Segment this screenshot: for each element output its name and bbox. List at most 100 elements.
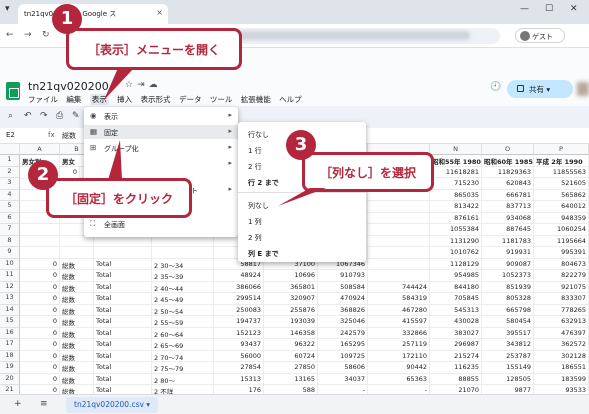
table-cell[interactable]: 2 55～59 [152,316,214,328]
header-cell[interactable]: 昭和60年 1985 [482,155,534,167]
table-cell[interactable] [368,224,430,236]
table-cell[interactable]: 総数 [60,316,94,328]
table-cell[interactable]: Total [94,385,152,394]
table-cell[interactable] [20,247,60,259]
row-header[interactable]: 16 [0,327,20,339]
row-header[interactable]: 11 [0,270,20,282]
table-cell[interactable] [368,270,430,282]
menu-data[interactable]: データ [179,95,202,104]
table-cell[interactable]: 0 [20,373,60,385]
menu-format[interactable]: 表示形式 [141,95,171,104]
table-cell[interactable]: 242579 [318,327,368,339]
table-cell[interactable]: 1131290 [430,235,482,247]
avatar[interactable] [577,82,589,96]
header-cell[interactable]: 平成 2年 1990 [534,155,589,167]
table-cell[interactable]: 833307 [534,293,589,305]
reload-icon[interactable]: ↻ [42,30,50,40]
row-header[interactable]: 7 [0,224,20,236]
table-cell[interactable]: 0 [20,385,60,394]
table-cell[interactable]: 21070 [430,385,482,394]
table-cell[interactable]: Total [94,373,152,385]
table-cell[interactable]: 253787 [482,350,534,362]
table-cell[interactable]: 2 45～49 [152,293,214,305]
table-cell[interactable]: 476397 [534,327,589,339]
name-box[interactable]: E2 [6,131,15,139]
menu-extensions[interactable]: 拡張機能 [241,95,271,104]
table-cell[interactable]: 10696 [264,270,318,282]
table-cell[interactable]: 325046 [318,316,368,328]
table-cell[interactable]: 1195664 [534,235,589,247]
table-cell[interactable]: 0 [20,281,60,293]
table-cell[interactable]: Total [94,281,152,293]
paint-format-icon[interactable]: ✎ [72,111,80,121]
view-menu-item-freeze[interactable]: ▦ 固定 ▸ [84,125,238,139]
table-cell[interactable]: 705845 [430,293,482,305]
menu-file[interactable]: ファイル [28,95,58,104]
table-cell[interactable]: 1128129 [430,258,482,270]
table-cell[interactable]: 1052373 [482,270,534,282]
table-cell[interactable] [20,235,60,247]
row-header[interactable]: 18 [0,350,20,362]
document-title[interactable]: tn21qv020200 [28,80,109,93]
table-cell[interactable] [152,247,214,259]
table-cell[interactable]: Total [94,362,152,374]
table-cell[interactable]: 320907 [264,293,318,305]
table-cell[interactable]: 155149 [482,362,534,374]
table-cell[interactable]: Total [94,304,152,316]
table-cell[interactable]: 332866 [368,327,430,339]
maximize-icon[interactable]: ☐ [545,4,553,14]
table-cell[interactable]: 93533 [534,385,589,394]
table-cell[interactable]: 総数 [60,385,94,394]
row-header[interactable]: 13 [0,293,20,305]
menu-help[interactable]: ヘルプ [279,95,302,104]
column-header[interactable]: P [534,144,589,155]
table-cell[interactable]: 0 [20,327,60,339]
table-cell[interactable]: 0 [20,316,60,328]
table-cell[interactable]: 995391 [534,247,589,259]
column-header[interactable]: N [430,144,482,155]
sheet-tab[interactable]: tn21qv020200.csv ▾ [66,397,159,413]
table-cell[interactable]: 910793 [318,270,368,282]
table-cell[interactable]: 640012 [534,201,589,213]
table-cell[interactable]: 876161 [430,212,482,224]
table-cell[interactable]: 865035 [430,189,482,201]
view-menu-item-hidden[interactable]: ▸ [84,157,238,171]
close-window-icon[interactable]: ✕ [570,4,578,14]
close-tab-icon[interactable]: × [156,8,163,17]
table-cell[interactable]: 58606 [318,362,368,374]
table-cell[interactable]: 368826 [318,304,368,316]
table-cell[interactable]: 215274 [430,350,482,362]
view-menu-item-fullscreen[interactable]: ⛶ 全画面 [84,217,238,231]
table-cell[interactable]: 0 [20,293,60,305]
table-cell[interactable]: 15313 [214,373,264,385]
table-cell[interactable]: 34037 [318,373,368,385]
freeze-no-columns[interactable]: 列なし [238,198,366,212]
share-button[interactable]: 共有 ▾ [507,80,573,98]
table-cell[interactable]: 919931 [482,247,534,259]
table-cell[interactable]: 2 60～64 [152,327,214,339]
print-icon[interactable]: ⎙ [56,111,63,121]
table-cell[interactable]: 887645 [482,224,534,236]
table-cell[interactable]: 545313 [430,304,482,316]
table-cell[interactable]: 580454 [482,316,534,328]
table-cell[interactable]: 172110 [368,350,430,362]
table-cell[interactable]: 632913 [534,316,589,328]
table-cell[interactable]: 96322 [264,339,318,351]
menu-edit[interactable]: 編集 [66,95,81,104]
table-cell[interactable]: 総数 [60,350,94,362]
table-cell[interactable]: - [318,385,368,394]
table-cell[interactable]: 565862 [534,189,589,201]
row-header[interactable]: 19 [0,362,20,374]
row-header[interactable]: 10 [0,258,20,270]
table-cell[interactable]: 296987 [430,339,482,351]
table-cell[interactable]: 2 不詳 [152,385,214,394]
table-cell[interactable]: 851939 [482,281,534,293]
history-icon[interactable]: 🕘 [490,82,501,92]
table-cell[interactable]: Total [94,270,152,282]
table-cell[interactable]: 934068 [482,212,534,224]
table-cell[interactable]: 152123 [214,327,264,339]
table-cell[interactable]: 715230 [430,178,482,190]
table-cell[interactable]: Total [94,316,152,328]
row-header[interactable]: 6 [0,212,20,224]
table-cell[interactable]: 470924 [318,293,368,305]
